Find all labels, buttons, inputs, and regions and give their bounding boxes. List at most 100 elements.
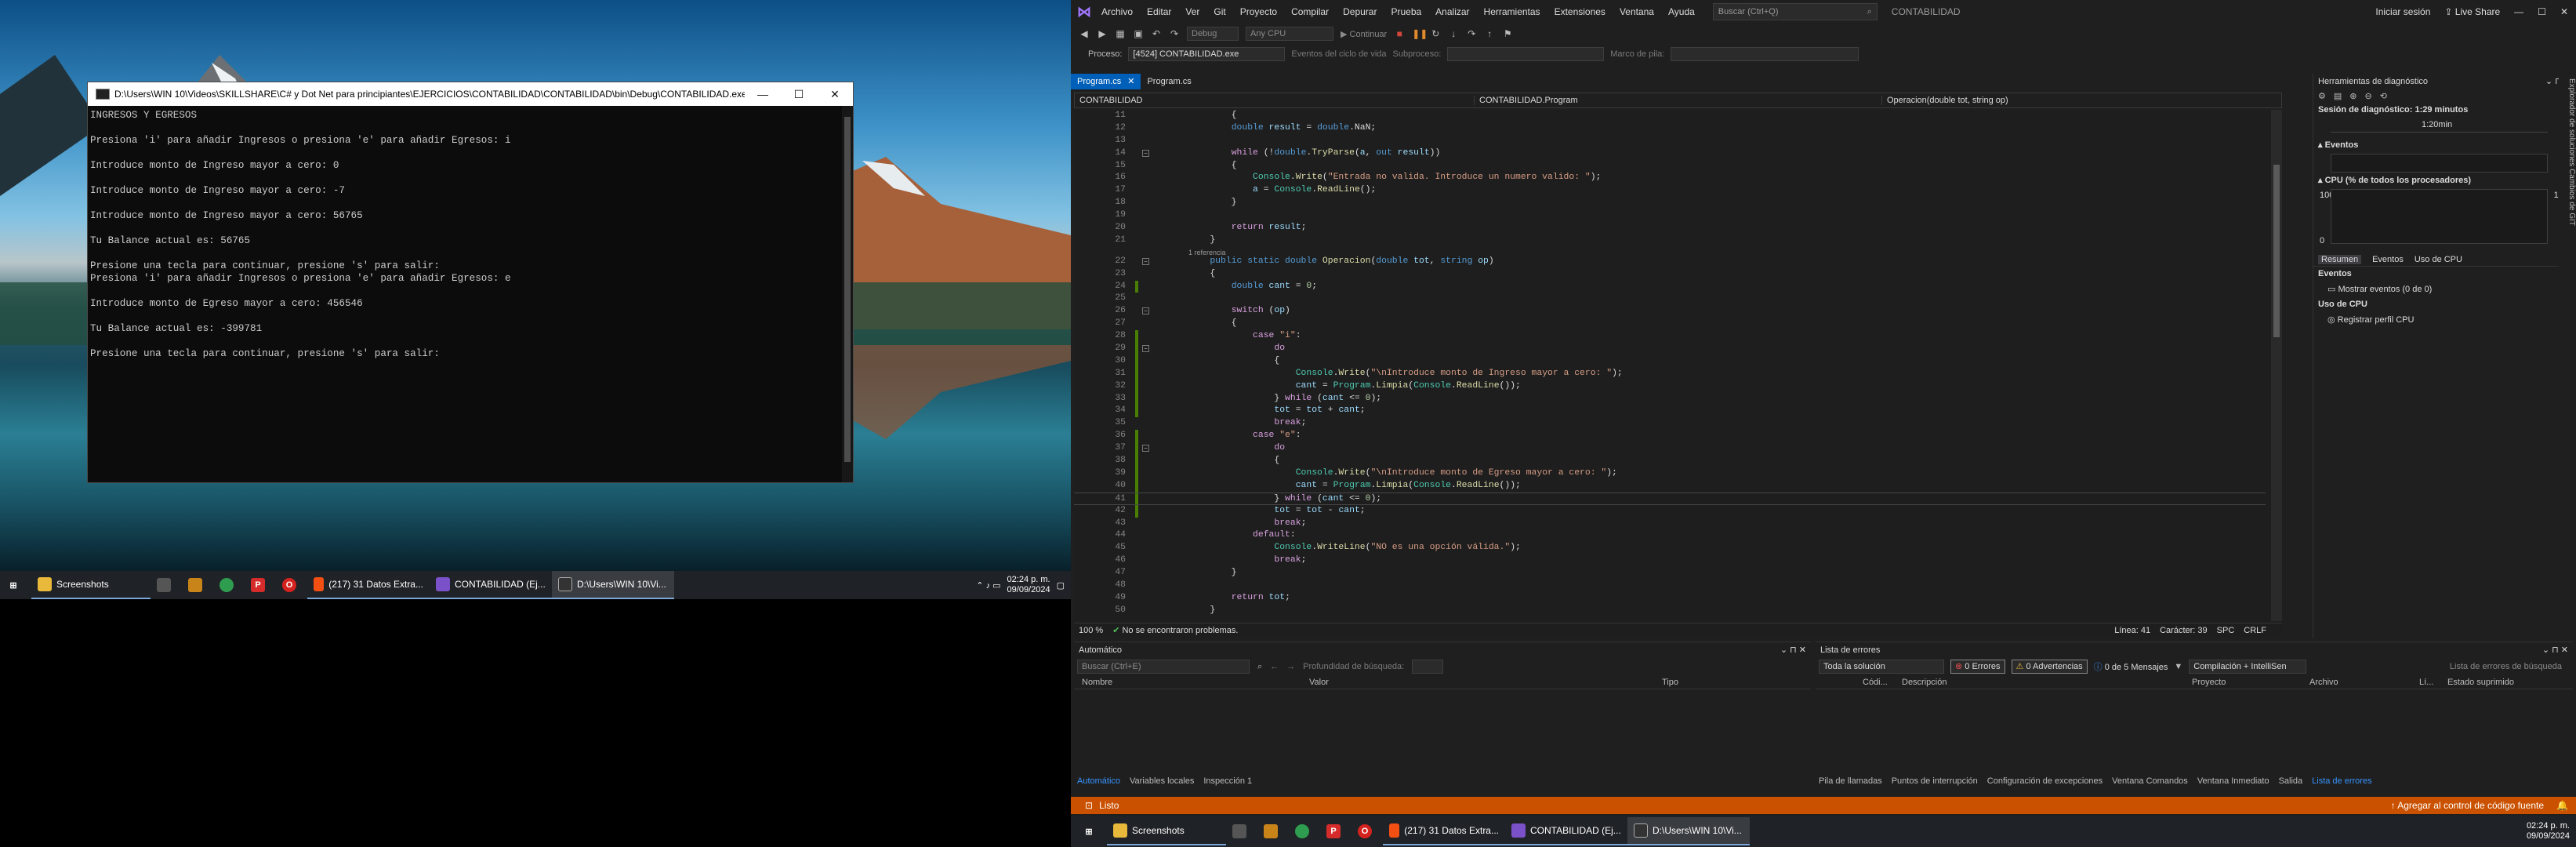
code-line[interactable]: 35 break; <box>1074 417 2266 430</box>
console-titlebar[interactable]: D:\Users\WIN 10\Videos\SKILLSHARE\C# y D… <box>88 82 853 106</box>
code-line[interactable]: 13 <box>1074 135 2266 147</box>
code-editor[interactable]: 11 {12 double result = double.NaN; 13 14− … <box>1074 110 2282 621</box>
lifecycle-events[interactable]: Eventos del ciclo de vida <box>1291 49 1386 59</box>
tab-program-cs-2[interactable]: Program.cs <box>1141 74 1197 89</box>
taskbar-brave[interactable]: (217) 31 Datos Extra... <box>1383 817 1505 845</box>
pause-icon[interactable]: ❚❚ <box>1412 28 1428 39</box>
taskbar-app[interactable] <box>1226 817 1257 845</box>
bookmark-icon[interactable]: ⚑ <box>1502 28 1513 39</box>
process-dropdown[interactable]: [4524] CONTABILIDAD.exe <box>1128 47 1286 61</box>
menu-item[interactable]: Prueba <box>1384 6 1428 17</box>
code-line[interactable]: 50 } <box>1074 605 2266 617</box>
notifications-icon[interactable]: ▢ <box>1057 580 1065 591</box>
code-line[interactable]: 46 break; <box>1074 554 2266 567</box>
maximize-button[interactable]: ☐ <box>2538 6 2546 17</box>
taskbar-chrome[interactable] <box>1289 817 1320 845</box>
code-line[interactable]: 32 cant = Program.Limpia(Console.ReadLin… <box>1074 380 2266 393</box>
taskbar-app[interactable]: P <box>1320 817 1351 845</box>
menu-item[interactable]: Ventana <box>1613 6 1661 17</box>
taskbar-console[interactable]: D:\Users\WIN 10\Vi... <box>552 571 674 599</box>
code-line[interactable]: 14− while (!double.TryParse(a, out resul… <box>1074 147 2266 160</box>
taskbar-item-screenshots[interactable]: Screenshots <box>1107 817 1226 845</box>
code-line[interactable]: 21 } <box>1074 234 2266 247</box>
register-cpu-profile[interactable]: ◎ Registrar perfil CPU <box>2313 311 2576 328</box>
code-line[interactable]: 33 } while (cant <= 0); <box>1074 392 2266 405</box>
side-panel-tabs[interactable]: Explorador de soluciones Cambios de GIT <box>2559 74 2576 638</box>
menu-item[interactable]: Editar <box>1140 6 1178 17</box>
vs-search-box[interactable]: Buscar (Ctrl+Q) ⌕ <box>1712 3 1878 20</box>
code-line[interactable]: 31 Console.Write("\nIntroduce monto de I… <box>1074 367 2266 380</box>
events-graph[interactable] <box>2331 154 2548 173</box>
close-button[interactable]: ✕ <box>817 88 853 101</box>
minimize-button[interactable]: — <box>2514 6 2523 17</box>
warnings-filter[interactable]: ⚠ 0 Advertencias <box>2011 660 2088 674</box>
menu-item[interactable]: Git <box>1206 6 1232 17</box>
back-icon[interactable]: ◀ <box>1079 28 1090 39</box>
taskbar-visual-studio[interactable]: CONTABILIDAD (Ej... <box>1505 817 1627 845</box>
taskbar-console[interactable]: D:\Users\WIN 10\Vi... <box>1627 817 1750 845</box>
show-events-link[interactable]: ▭ Mostrar eventos (0 de 0) <box>2313 281 2576 297</box>
tray-icons[interactable]: ⌃ ♪ ▭ <box>976 580 1000 591</box>
error-search-input[interactable]: Lista de errores de búsqueda <box>2450 662 2562 671</box>
notifications-icon[interactable]: 🔔 <box>2556 800 2568 811</box>
code-line[interactable]: 11 { <box>1074 110 2266 122</box>
source-control-button[interactable]: ↑ Agregar al control de código fuente <box>2391 800 2544 811</box>
taskbar-app[interactable] <box>182 571 213 599</box>
taskbar-chrome[interactable] <box>213 571 245 599</box>
live-share-button[interactable]: ⇪ Live Share <box>2444 6 2500 17</box>
tab-cpu-usage[interactable]: Uso de CPU <box>2415 255 2462 264</box>
save-icon[interactable]: ▣ <box>1133 28 1144 39</box>
stop-icon[interactable]: ■ <box>1394 28 1405 39</box>
menu-item[interactable]: Extensiones <box>1547 6 1613 17</box>
stack-frame-dropdown[interactable] <box>1671 47 1859 61</box>
step-out-icon[interactable]: ↑ <box>1484 28 1495 39</box>
continue-button[interactable]: ▶ Continuar <box>1341 29 1387 39</box>
code-line[interactable]: 22− public static double Operacion(doubl… <box>1074 256 2266 268</box>
menu-item[interactable]: Ayuda <box>1661 6 1702 17</box>
taskbar-app[interactable] <box>151 571 182 599</box>
menu-item[interactable]: Archivo <box>1094 6 1140 17</box>
redo-icon[interactable]: ↷ <box>1169 28 1180 39</box>
code-line[interactable]: 40 cant = Program.Limpia(Console.ReadLin… <box>1074 479 2266 493</box>
restart-icon[interactable]: ↻ <box>1430 28 1441 39</box>
taskbar-opera[interactable]: O <box>1351 817 1383 845</box>
errors-filter[interactable]: ⊗ 0 Errores <box>1950 660 2005 674</box>
taskbar-clock[interactable]: 02:24 p. m. 09/09/2024 <box>2527 821 2570 842</box>
taskbar-opera[interactable]: O <box>276 571 307 599</box>
build-dropdown[interactable]: Compilación + IntelliSen <box>2189 660 2307 674</box>
code-line[interactable]: 25 <box>1074 293 2266 305</box>
console-scrollbar[interactable] <box>842 106 853 482</box>
code-line[interactable]: 42 tot = tot - cant; <box>1074 504 2266 518</box>
code-line[interactable]: 15 { <box>1074 160 2266 173</box>
code-line[interactable]: 41 } while (cant <= 0); <box>1074 492 2266 505</box>
nav-project[interactable]: CONTABILIDAD <box>1075 96 1475 105</box>
code-line[interactable]: 34 tot = tot + cant; <box>1074 405 2266 418</box>
code-line[interactable]: 45 Console.WriteLine("NO es una opción v… <box>1074 542 2266 554</box>
code-line[interactable]: 37− do <box>1074 442 2266 456</box>
depth-dropdown[interactable] <box>1412 660 1444 674</box>
code-line[interactable]: 36 case "e": <box>1074 430 2266 443</box>
nav-class[interactable]: CONTABILIDAD.Program <box>1475 96 1882 105</box>
signin-link[interactable]: Iniciar sesión <box>2375 6 2430 17</box>
taskbar-visual-studio[interactable]: CONTABILIDAD (Ej... <box>430 571 552 599</box>
minimize-button[interactable]: — <box>745 88 781 100</box>
scope-dropdown[interactable]: Toda la solución <box>1819 660 1944 674</box>
autos-search-input[interactable]: Buscar (Ctrl+E) <box>1077 660 1250 674</box>
code-line[interactable]: 16 Console.Write("Entrada no valida. Int… <box>1074 172 2266 184</box>
step-over-icon[interactable]: ↷ <box>1466 28 1477 39</box>
code-line[interactable]: 27 { <box>1074 318 2266 330</box>
config-dropdown[interactable]: Debug <box>1187 27 1239 41</box>
platform-dropdown[interactable]: Any CPU <box>1246 27 1333 41</box>
tab-program-cs[interactable]: Program.cs ✕ <box>1071 74 1141 89</box>
new-file-icon[interactable]: ▦ <box>1115 28 1126 39</box>
taskbar-app[interactable]: P <box>245 571 276 599</box>
code-line[interactable]: 39 Console.Write("\nIntroduce monto de E… <box>1074 467 2266 480</box>
taskbar-clock[interactable]: 02:24 p. m. 09/09/2024 <box>1007 575 1050 595</box>
menu-item[interactable]: Proyecto <box>1233 6 1284 17</box>
taskbar-item-screenshots[interactable]: Screenshots <box>31 571 151 599</box>
tab-summary[interactable]: Resumen <box>2318 255 2362 264</box>
thread-dropdown[interactable] <box>1447 47 1605 61</box>
code-line[interactable]: 23 { <box>1074 268 2266 281</box>
code-line[interactable]: 24 double cant = 0; <box>1074 280 2266 293</box>
taskbar-brave[interactable]: (217) 31 Datos Extra... <box>307 571 430 599</box>
